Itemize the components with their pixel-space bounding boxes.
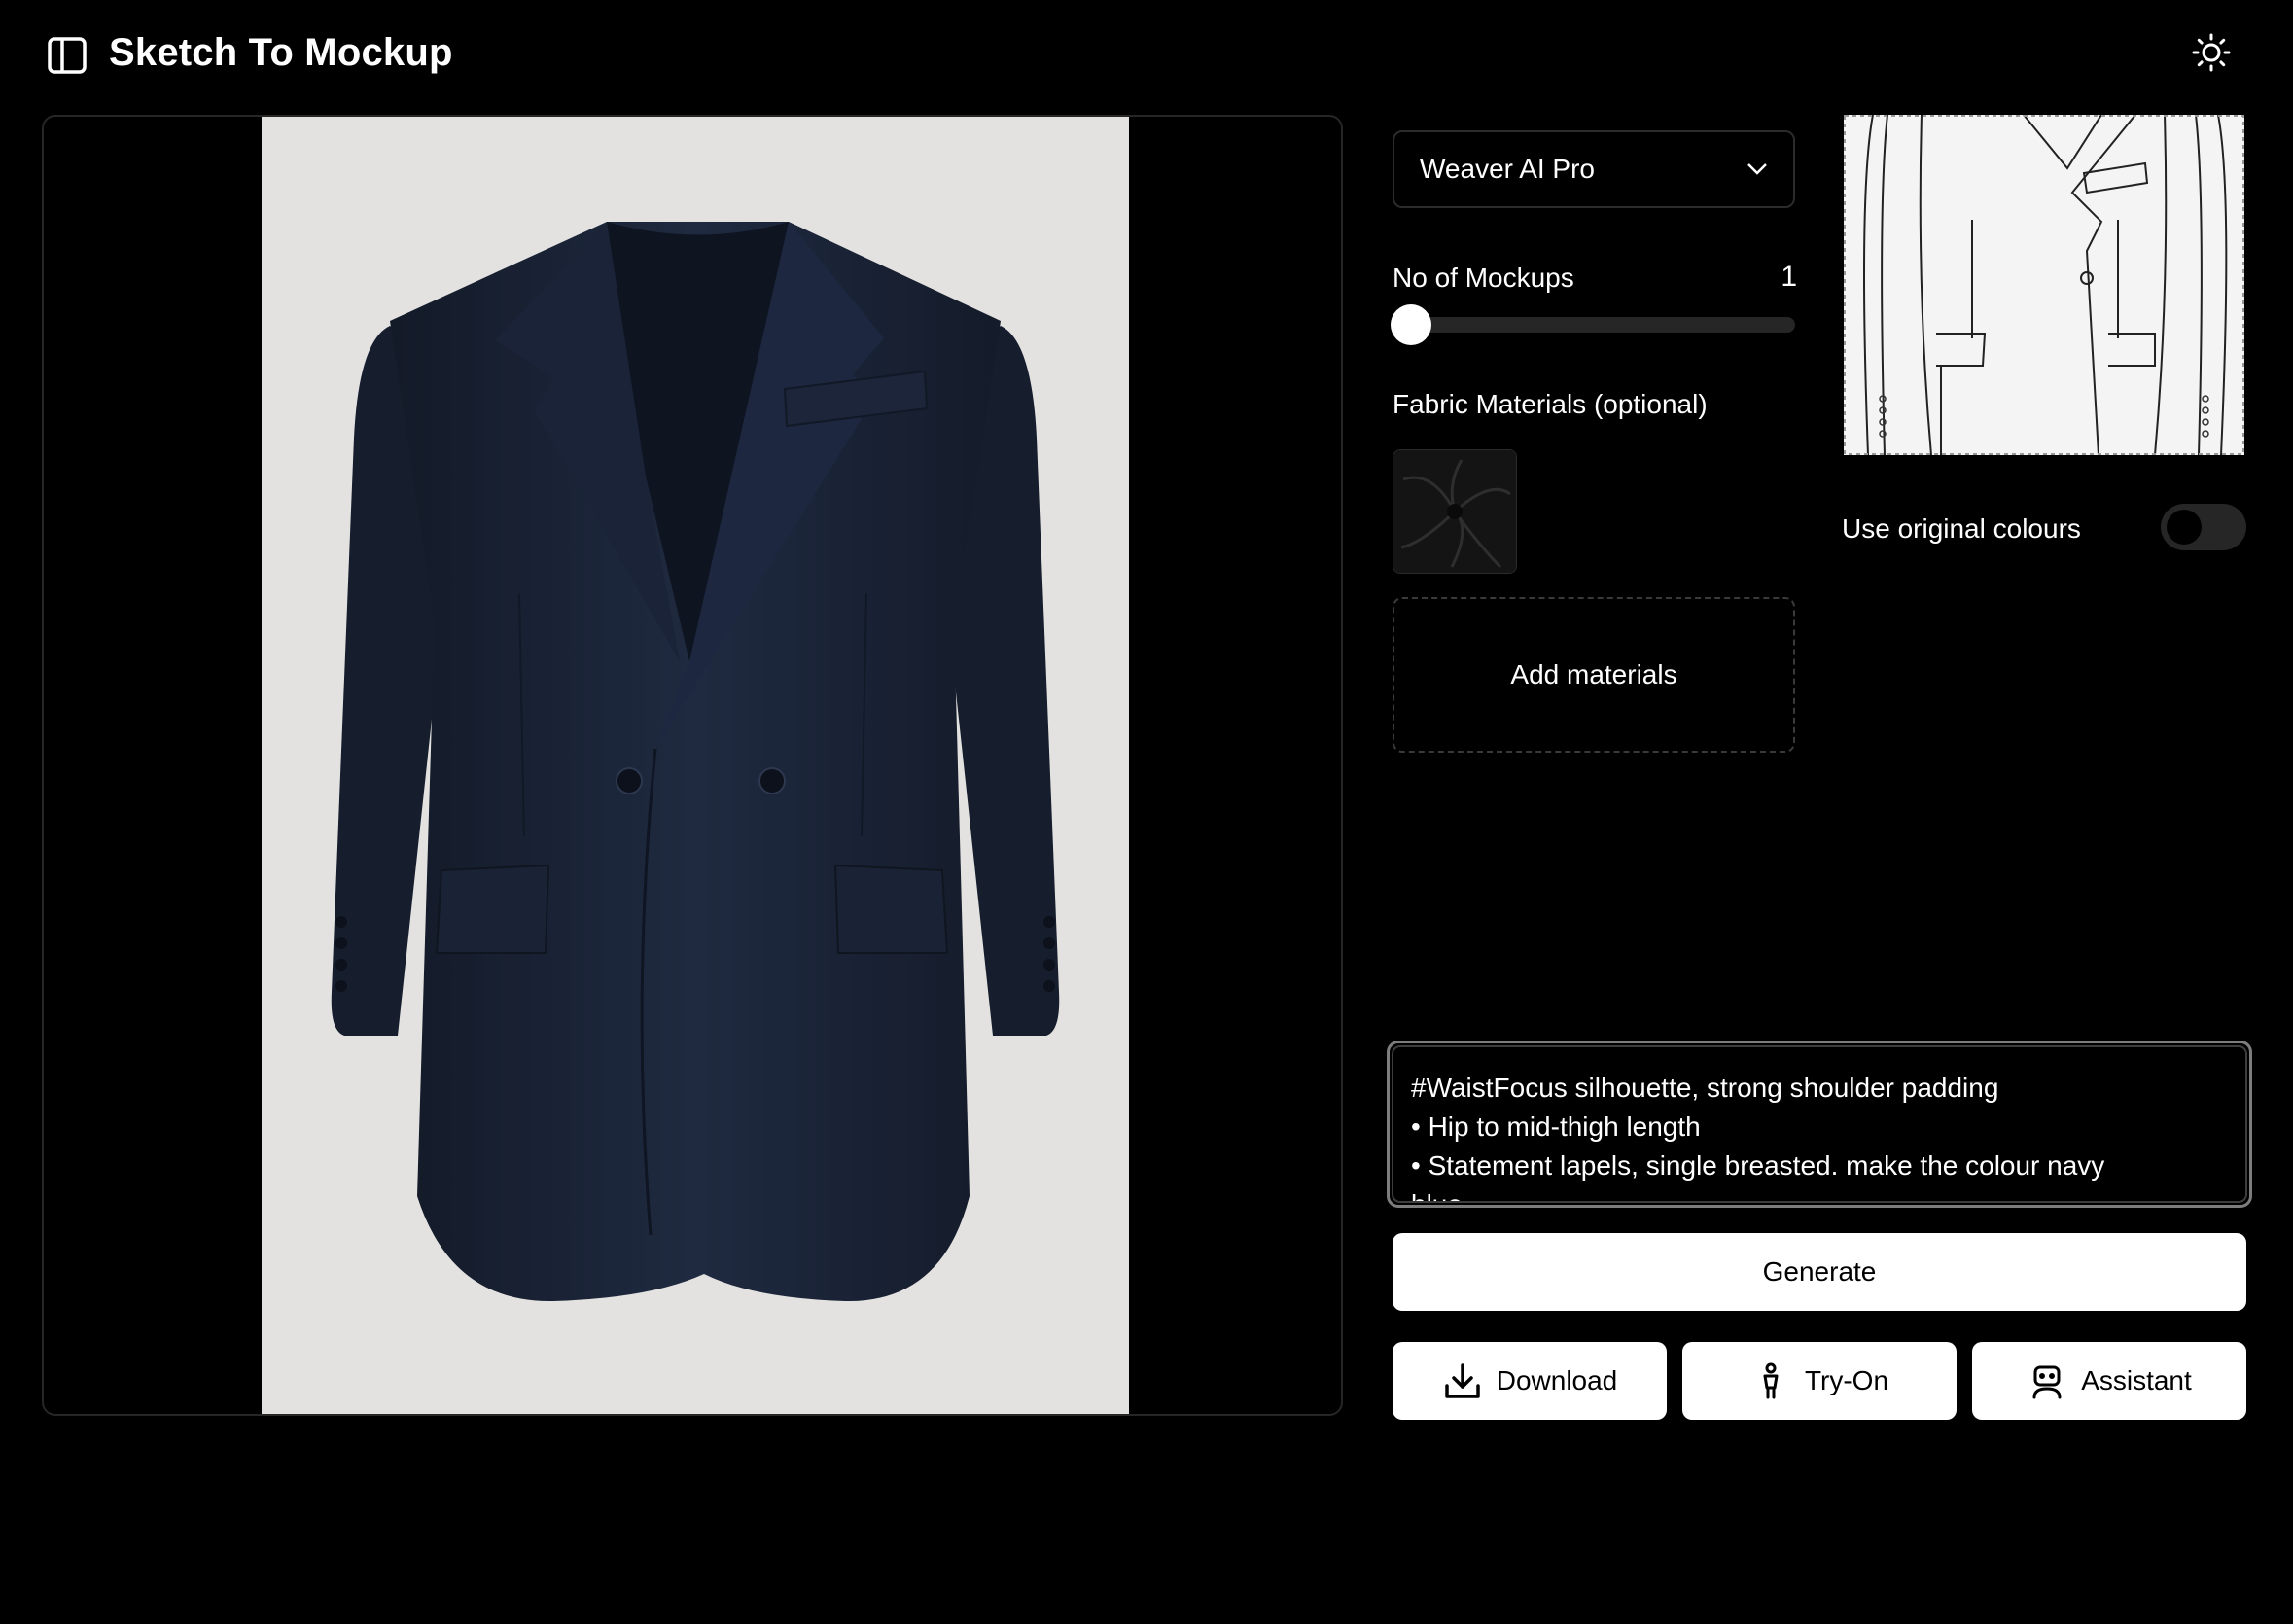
- fabric-swatch[interactable]: [1393, 449, 1517, 574]
- model-select-value: Weaver AI Pro: [1420, 154, 1596, 184]
- model-select[interactable]: Weaver AI Pro: [1393, 130, 1795, 208]
- mockups-value: 1: [1781, 261, 1797, 293]
- original-colours-label: Use original colours: [1842, 513, 2081, 544]
- download-label: Download: [1496, 1365, 1618, 1395]
- toggle-knob: [2167, 510, 2202, 545]
- add-materials-button[interactable]: Add materials: [1393, 597, 1795, 753]
- sketch-thumbnail[interactable]: [1844, 115, 2244, 455]
- download-button[interactable]: Download: [1393, 1342, 1667, 1420]
- generate-button[interactable]: Generate: [1393, 1233, 2246, 1311]
- sidebar-toggle-icon[interactable]: [47, 35, 88, 76]
- generate-label: Generate: [1762, 1256, 1877, 1287]
- sun-icon[interactable]: [2188, 29, 2235, 76]
- prompt-textarea[interactable]: #WaistFocus silhouette, strong shoulder …: [1387, 1041, 2252, 1208]
- fabric-swatch-image: [1393, 450, 1516, 573]
- assistant-label: Assistant: [2081, 1365, 2192, 1395]
- mockups-slider-track[interactable]: [1393, 317, 1795, 333]
- chevron-down-icon: [1747, 163, 1767, 175]
- sketch-drawing: [1844, 115, 2244, 455]
- mockup-image: [262, 117, 1129, 1414]
- assistant-button[interactable]: Assistant: [1972, 1342, 2246, 1420]
- mockups-slider-thumb[interactable]: [1391, 304, 1431, 345]
- person-icon: [1763, 1362, 1779, 1399]
- app-title: Sketch To Mockup: [109, 31, 453, 74]
- blazer-illustration: [331, 222, 1060, 1302]
- original-colours-toggle[interactable]: [2161, 504, 2246, 550]
- mockup-preview-panel: [42, 115, 1343, 1416]
- add-materials-label: Add materials: [1510, 659, 1677, 689]
- robot-icon: [2032, 1365, 2062, 1399]
- download-icon: [1444, 1363, 1480, 1398]
- try-on-button[interactable]: Try-On: [1682, 1342, 1957, 1420]
- fabric-materials-label: Fabric Materials (optional): [1393, 389, 1708, 419]
- prompt-text[interactable]: #WaistFocus silhouette, strong shoulder …: [1392, 1045, 2247, 1203]
- mockups-label: No of Mockups: [1393, 263, 1574, 293]
- try-on-label: Try-On: [1804, 1365, 1889, 1395]
